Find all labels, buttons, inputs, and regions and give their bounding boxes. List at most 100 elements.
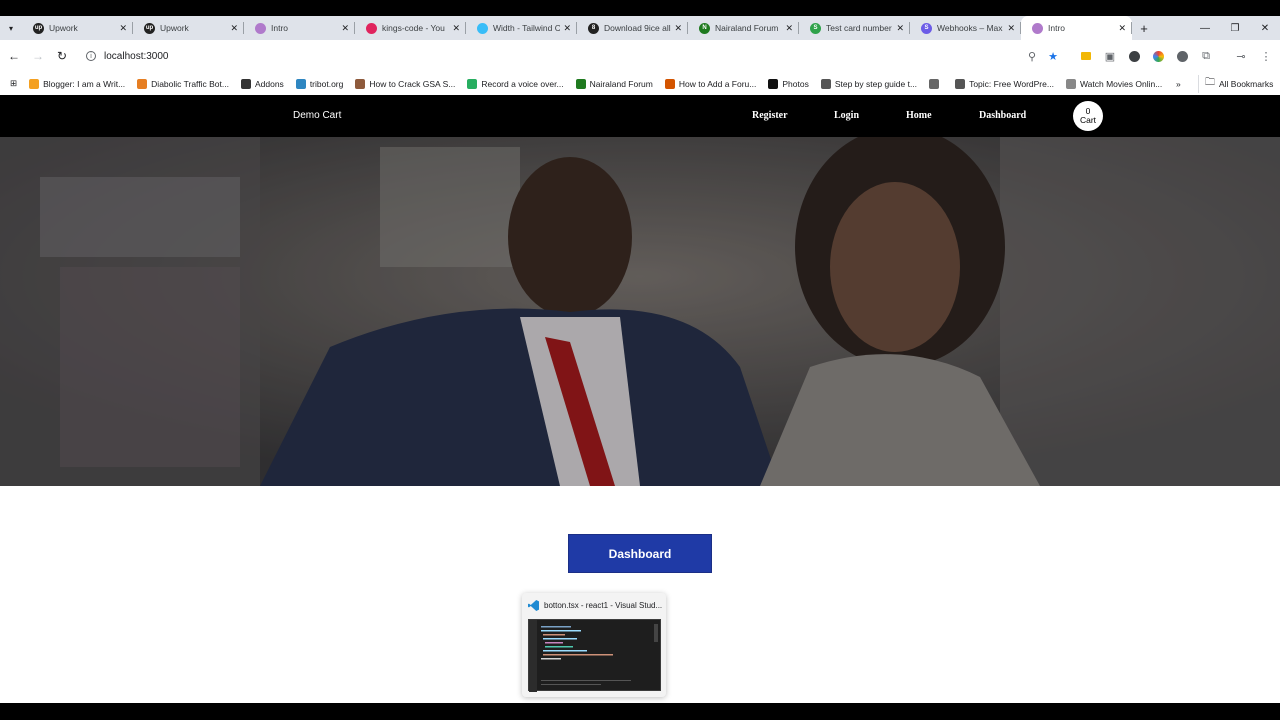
browser-tab[interactable]: S Test card number ✕ bbox=[799, 16, 910, 40]
bookmark-favicon-icon bbox=[467, 78, 478, 89]
tab-strip: ▾ up Upwork ✕ up Upwork ✕ Intro ✕ kings-code - Y… bbox=[0, 16, 1280, 40]
bookmark-favicon-icon bbox=[820, 78, 831, 89]
cart-button[interactable]: 0 Cart bbox=[1073, 101, 1103, 131]
all-bookmarks[interactable]: 🗀 All Bookmarks bbox=[1198, 74, 1279, 93]
tab-close-icon[interactable]: ✕ bbox=[563, 23, 571, 34]
bookmark-item[interactable]: Diabolic Traffic Bot... bbox=[131, 75, 235, 93]
more-bookmarks-icon[interactable]: » bbox=[1170, 75, 1187, 93]
extension-icon[interactable]: ▣ bbox=[1102, 48, 1118, 64]
browser-chrome: ▾ up Upwork ✕ up Upwork ✕ Intro ✕ kings-code - Y… bbox=[0, 0, 1280, 95]
preview-title: botton.tsx - react1 - Visual Stud... bbox=[544, 601, 663, 610]
tab-favicon-icon: S bbox=[810, 22, 821, 34]
bookmark-favicon-icon bbox=[929, 78, 940, 89]
tab-search-chevron-icon[interactable]: ▾ bbox=[0, 16, 22, 40]
address-bar[interactable]: i localhost:3000 bbox=[78, 43, 1068, 69]
tab-title: Nairaland Forum bbox=[715, 23, 779, 33]
tabs: up Upwork ✕ up Upwork ✕ Intro ✕ kings-code - You… bbox=[22, 16, 1132, 40]
apps-grid-icon[interactable]: ⊞ bbox=[0, 75, 23, 93]
bookmark-item[interactable]: Step by step guide t... bbox=[815, 75, 923, 93]
bookmark-item[interactable]: Record a voice over... bbox=[461, 75, 569, 93]
bookmarks-bar: ⊞ Blogger: I am a Writ... Diabolic Traffi… bbox=[0, 72, 1280, 95]
nav-login[interactable]: Login bbox=[834, 110, 859, 121]
extension-icon[interactable] bbox=[1081, 52, 1091, 60]
bookmark-label: Record a voice over... bbox=[481, 78, 564, 89]
bookmark-item[interactable]: Topic: Free WordPre... bbox=[949, 75, 1060, 93]
back-icon[interactable]: ← bbox=[2, 44, 26, 68]
new-tab-button[interactable]: + bbox=[1132, 16, 1156, 40]
bookmark-item[interactable]: How to Add a Foru... bbox=[659, 75, 762, 93]
site-navbar: Demo Cart Register Login Home Dashboard … bbox=[0, 95, 1280, 137]
tab-title: Webhooks – Max bbox=[937, 23, 1003, 33]
bookmark-favicon-icon bbox=[295, 78, 306, 89]
site-info-icon[interactable]: i bbox=[86, 51, 96, 61]
tab-close-icon[interactable]: ✕ bbox=[1007, 23, 1015, 34]
bookmark-label: How to Add a Foru... bbox=[678, 78, 757, 89]
reload-icon[interactable]: ↻ bbox=[50, 44, 74, 68]
bookmark-item[interactable]: Watch Movies Onlin... bbox=[1060, 75, 1168, 93]
browser-tab[interactable]: up Upwork ✕ bbox=[22, 16, 133, 40]
maximize-icon[interactable]: ❐ bbox=[1220, 16, 1250, 40]
bookmark-item[interactable]: tribot.org bbox=[290, 75, 350, 93]
bookmark-label: Blogger: I am a Writ... bbox=[43, 78, 126, 89]
tab-favicon-icon: 8 bbox=[588, 22, 599, 34]
tab-close-icon[interactable]: ✕ bbox=[230, 23, 238, 34]
close-window-icon[interactable]: ✕ bbox=[1250, 16, 1280, 40]
nav-home[interactable]: Home bbox=[906, 110, 932, 121]
extension-icon[interactable] bbox=[1176, 50, 1188, 62]
vscode-icon bbox=[528, 600, 539, 611]
bookmark-item[interactable] bbox=[923, 75, 949, 93]
browser-tab[interactable]: Intro ✕ bbox=[244, 16, 355, 40]
bookmark-item[interactable]: Photos bbox=[762, 75, 814, 93]
bookmark-favicon-icon bbox=[664, 78, 675, 89]
tab-separator bbox=[1131, 22, 1132, 34]
extension-icon[interactable] bbox=[1152, 50, 1164, 62]
tab-title: Download 9ice all bbox=[604, 23, 671, 33]
tab-title: Upwork bbox=[49, 23, 78, 33]
tab-title: Upwork bbox=[160, 23, 189, 33]
nav-dashboard[interactable]: Dashboard bbox=[979, 110, 1026, 121]
tab-close-icon[interactable]: ✕ bbox=[341, 23, 349, 34]
bookmark-item[interactable]: Nairaland Forum bbox=[570, 75, 659, 93]
bookmark-favicon-icon bbox=[29, 78, 40, 89]
nav-register[interactable]: Register bbox=[752, 110, 788, 121]
hero-image bbox=[0, 137, 1280, 486]
browser-tab[interactable]: S Webhooks – Max ✕ bbox=[910, 16, 1021, 40]
screen-bottom-edge bbox=[0, 703, 1280, 720]
bookmark-item[interactable]: How to Crack GSA S... bbox=[349, 75, 461, 93]
tab-close-icon[interactable]: ✕ bbox=[452, 23, 460, 34]
minimize-icon[interactable]: — bbox=[1190, 16, 1220, 40]
profile-icon[interactable]: ⊸ bbox=[1233, 48, 1249, 64]
browser-toolbar: ← → ↻ i localhost:3000 ⚲ ★ ▣ ⧉ ⊸ ⋮ bbox=[0, 40, 1280, 72]
extensions-puzzle-icon[interactable]: ⧉ bbox=[1198, 48, 1214, 64]
browser-tab[interactable]: up Upwork ✕ bbox=[133, 16, 244, 40]
tab-title: kings-code - You bbox=[382, 23, 445, 33]
taskbar-window-preview[interactable]: botton.tsx - react1 - Visual Stud... bbox=[522, 593, 666, 697]
browser-tab[interactable]: Intro ✕ bbox=[1021, 16, 1132, 40]
tab-close-icon[interactable]: ✕ bbox=[119, 23, 127, 34]
tab-title: Intro bbox=[1048, 23, 1066, 33]
tab-favicon-icon bbox=[1032, 22, 1043, 34]
tab-favicon-icon: S bbox=[921, 22, 932, 34]
bookmark-favicon-icon bbox=[1065, 78, 1076, 89]
menu-kebab-icon[interactable]: ⋮ bbox=[1258, 48, 1274, 64]
extension-icon[interactable] bbox=[1128, 50, 1140, 62]
bookmark-star-icon[interactable]: ★ bbox=[1045, 48, 1061, 64]
tab-close-icon[interactable]: ✕ bbox=[785, 23, 793, 34]
bookmark-item[interactable]: Blogger: I am a Writ... bbox=[23, 75, 131, 93]
browser-tab[interactable]: N Nairaland Forum ✕ bbox=[688, 16, 799, 40]
bookmark-label: Step by step guide t... bbox=[834, 78, 918, 89]
tab-close-icon[interactable]: ✕ bbox=[896, 23, 904, 34]
zoom-icon[interactable]: ⚲ bbox=[1024, 48, 1040, 64]
browser-tab[interactable]: 8 Download 9ice all ✕ bbox=[577, 16, 688, 40]
brand-link[interactable]: Demo Cart bbox=[293, 110, 341, 121]
tab-close-icon[interactable]: ✕ bbox=[674, 23, 682, 34]
bookmark-item[interactable]: Addons bbox=[235, 75, 290, 93]
bookmark-label: Photos bbox=[782, 78, 809, 89]
hero-photo bbox=[0, 137, 1280, 486]
bookmark-favicon-icon bbox=[575, 78, 586, 89]
browser-tab[interactable]: Width - Tailwind C ✕ bbox=[466, 16, 577, 40]
tab-close-icon[interactable]: ✕ bbox=[1118, 23, 1126, 34]
dashboard-button[interactable]: Dashboard bbox=[568, 534, 712, 573]
browser-tab[interactable]: kings-code - You ✕ bbox=[355, 16, 466, 40]
forward-icon[interactable]: → bbox=[26, 44, 50, 68]
